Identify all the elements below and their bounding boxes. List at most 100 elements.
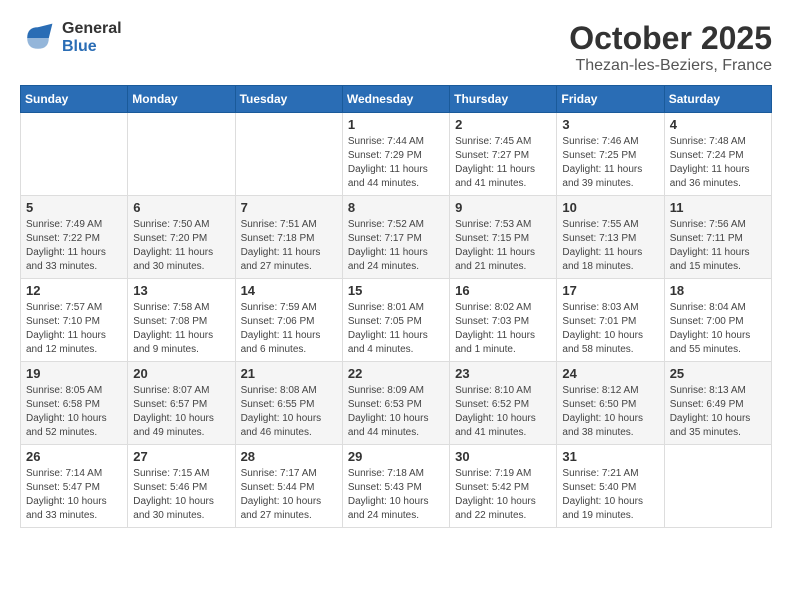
calendar-cell: 9Sunrise: 7:53 AMSunset: 7:15 PMDaylight…: [450, 196, 557, 279]
calendar-cell: 27Sunrise: 7:15 AMSunset: 5:46 PMDayligh…: [128, 445, 235, 528]
page-header: General Blue October 2025 Thezan-les-Bez…: [20, 20, 772, 75]
day-number: 30: [455, 449, 551, 464]
day-info: Sunrise: 7:58 AMSunset: 7:08 PMDaylight:…: [133, 301, 229, 357]
day-number: 20: [133, 366, 229, 381]
day-info: Sunrise: 7:48 AMSunset: 7:24 PMDaylight:…: [670, 135, 766, 191]
calendar-cell: [664, 445, 771, 528]
day-info: Sunrise: 8:03 AMSunset: 7:01 PMDaylight:…: [562, 301, 658, 357]
logo-general-text: General: [62, 20, 122, 38]
day-number: 10: [562, 200, 658, 215]
calendar-cell: 5Sunrise: 7:49 AMSunset: 7:22 PMDaylight…: [21, 196, 128, 279]
calendar-cell: [128, 113, 235, 196]
day-number: 27: [133, 449, 229, 464]
day-info: Sunrise: 7:14 AMSunset: 5:47 PMDaylight:…: [26, 467, 122, 523]
day-number: 17: [562, 283, 658, 298]
day-info: Sunrise: 7:56 AMSunset: 7:11 PMDaylight:…: [670, 218, 766, 274]
weekday-header-wednesday: Wednesday: [342, 86, 449, 113]
weekday-header-friday: Friday: [557, 86, 664, 113]
day-info: Sunrise: 7:52 AMSunset: 7:17 PMDaylight:…: [348, 218, 444, 274]
calendar-cell: 1 Sunrise: 7:44 AMSunset: 7:29 PMDaylight…: [342, 113, 449, 196]
day-info: Sunrise: 7:49 AMSunset: 7:22 PMDaylight:…: [26, 218, 122, 274]
day-number: 19: [26, 366, 122, 381]
calendar-week-row: 12Sunrise: 7:57 AMSunset: 7:10 PMDayligh…: [21, 279, 772, 362]
logo-blue-text: Blue: [62, 38, 122, 56]
day-number: 4: [670, 117, 766, 132]
calendar-cell: 3Sunrise: 7:46 AMSunset: 7:25 PMDaylight…: [557, 113, 664, 196]
calendar-cell: 30 Sunrise: 7:19 AMSunset: 5:42 PMDayligh…: [450, 445, 557, 528]
calendar-cell: 21Sunrise: 8:08 AMSunset: 6:55 PMDayligh…: [235, 362, 342, 445]
logo-text: General Blue: [62, 20, 122, 55]
calendar-week-row: 1 Sunrise: 7:44 AMSunset: 7:29 PMDaylight…: [21, 113, 772, 196]
day-number: 14: [241, 283, 337, 298]
logo-icon: [20, 20, 56, 56]
day-number: 15: [348, 283, 444, 298]
day-info: Sunrise: 7:55 AMSunset: 7:13 PMDaylight:…: [562, 218, 658, 274]
day-number: 25: [670, 366, 766, 381]
day-info: Sunrise: 8:02 AMSunset: 7:03 PMDaylight:…: [455, 301, 551, 357]
day-info: Sunrise: 7:44 AMSunset: 7:29 PMDaylight:…: [348, 135, 444, 191]
day-info: Sunrise: 8:01 AMSunset: 7:05 PMDaylight:…: [348, 301, 444, 357]
calendar-cell: 28 Sunrise: 7:17 AMSunset: 5:44 PMDayligh…: [235, 445, 342, 528]
location-title: Thezan-les-Beziers, France: [569, 57, 772, 75]
calendar-cell: 25Sunrise: 8:13 AMSunset: 6:49 PMDayligh…: [664, 362, 771, 445]
calendar-cell: 10 Sunrise: 7:55 AMSunset: 7:13 PMDayligh…: [557, 196, 664, 279]
day-number: 1: [348, 117, 444, 132]
calendar-cell: 17 Sunrise: 8:03 AMSunset: 7:01 PMDayligh…: [557, 279, 664, 362]
day-info: Sunrise: 7:50 AMSunset: 7:20 PMDaylight:…: [133, 218, 229, 274]
day-info: Sunrise: 7:17 AMSunset: 5:44 PMDaylight:…: [241, 467, 337, 523]
day-number: 16: [455, 283, 551, 298]
calendar-cell: 6Sunrise: 7:50 AMSunset: 7:20 PMDaylight…: [128, 196, 235, 279]
calendar-cell: 18 Sunrise: 8:04 AMSunset: 7:00 PMDayligh…: [664, 279, 771, 362]
weekday-header-sunday: Sunday: [21, 86, 128, 113]
calendar-cell: [21, 113, 128, 196]
weekday-header-saturday: Saturday: [664, 86, 771, 113]
day-number: 24: [562, 366, 658, 381]
calendar-cell: 11 Sunrise: 7:56 AMSunset: 7:11 PMDayligh…: [664, 196, 771, 279]
day-info: Sunrise: 7:59 AMSunset: 7:06 PMDaylight:…: [241, 301, 337, 357]
day-number: 2: [455, 117, 551, 132]
day-info: Sunrise: 7:53 AMSunset: 7:15 PMDaylight:…: [455, 218, 551, 274]
day-info: Sunrise: 8:05 AMSunset: 6:58 PMDaylight:…: [26, 384, 122, 440]
title-block: October 2025 Thezan-les-Beziers, France: [569, 20, 772, 75]
calendar-header-row: SundayMondayTuesdayWednesdayThursdayFrid…: [21, 86, 772, 113]
calendar-cell: 7Sunrise: 7:51 AMSunset: 7:18 PMDaylight…: [235, 196, 342, 279]
calendar-week-row: 5Sunrise: 7:49 AMSunset: 7:22 PMDaylight…: [21, 196, 772, 279]
day-info: Sunrise: 8:10 AMSunset: 6:52 PMDaylight:…: [455, 384, 551, 440]
calendar-cell: 16 Sunrise: 8:02 AMSunset: 7:03 PMDayligh…: [450, 279, 557, 362]
calendar-cell: 19 Sunrise: 8:05 AMSunset: 6:58 PMDayligh…: [21, 362, 128, 445]
day-number: 26: [26, 449, 122, 464]
day-info: Sunrise: 8:07 AMSunset: 6:57 PMDaylight:…: [133, 384, 229, 440]
day-number: 29: [348, 449, 444, 464]
weekday-header-monday: Monday: [128, 86, 235, 113]
month-title: October 2025: [569, 20, 772, 57]
calendar-cell: 8 Sunrise: 7:52 AMSunset: 7:17 PMDaylight…: [342, 196, 449, 279]
weekday-header-thursday: Thursday: [450, 86, 557, 113]
calendar-cell: 12Sunrise: 7:57 AMSunset: 7:10 PMDayligh…: [21, 279, 128, 362]
day-number: 23: [455, 366, 551, 381]
day-info: Sunrise: 7:19 AMSunset: 5:42 PMDaylight:…: [455, 467, 551, 523]
day-info: Sunrise: 7:45 AMSunset: 7:27 PMDaylight:…: [455, 135, 551, 191]
day-info: Sunrise: 8:08 AMSunset: 6:55 PMDaylight:…: [241, 384, 337, 440]
day-number: 18: [670, 283, 766, 298]
calendar-cell: 13Sunrise: 7:58 AMSunset: 7:08 PMDayligh…: [128, 279, 235, 362]
day-number: 28: [241, 449, 337, 464]
day-info: Sunrise: 7:18 AMSunset: 5:43 PMDaylight:…: [348, 467, 444, 523]
calendar-cell: 24 Sunrise: 8:12 AMSunset: 6:50 PMDayligh…: [557, 362, 664, 445]
calendar-cell: 29 Sunrise: 7:18 AMSunset: 5:43 PMDayligh…: [342, 445, 449, 528]
logo: General Blue: [20, 20, 122, 56]
day-number: 8: [348, 200, 444, 215]
calendar-table: SundayMondayTuesdayWednesdayThursdayFrid…: [20, 85, 772, 528]
calendar-cell: 2 Sunrise: 7:45 AMSunset: 7:27 PMDaylight…: [450, 113, 557, 196]
calendar-cell: 31Sunrise: 7:21 AMSunset: 5:40 PMDayligh…: [557, 445, 664, 528]
day-info: Sunrise: 8:12 AMSunset: 6:50 PMDaylight:…: [562, 384, 658, 440]
weekday-header-tuesday: Tuesday: [235, 86, 342, 113]
day-info: Sunrise: 8:04 AMSunset: 7:00 PMDaylight:…: [670, 301, 766, 357]
calendar-cell: 22Sunrise: 8:09 AMSunset: 6:53 PMDayligh…: [342, 362, 449, 445]
day-number: 31: [562, 449, 658, 464]
calendar-week-row: 19 Sunrise: 8:05 AMSunset: 6:58 PMDayligh…: [21, 362, 772, 445]
calendar-cell: 15 Sunrise: 8:01 AMSunset: 7:05 PMDayligh…: [342, 279, 449, 362]
day-number: 7: [241, 200, 337, 215]
calendar-cell: 26 Sunrise: 7:14 AMSunset: 5:47 PMDayligh…: [21, 445, 128, 528]
day-number: 11: [670, 200, 766, 215]
day-info: Sunrise: 7:46 AMSunset: 7:25 PMDaylight:…: [562, 135, 658, 191]
